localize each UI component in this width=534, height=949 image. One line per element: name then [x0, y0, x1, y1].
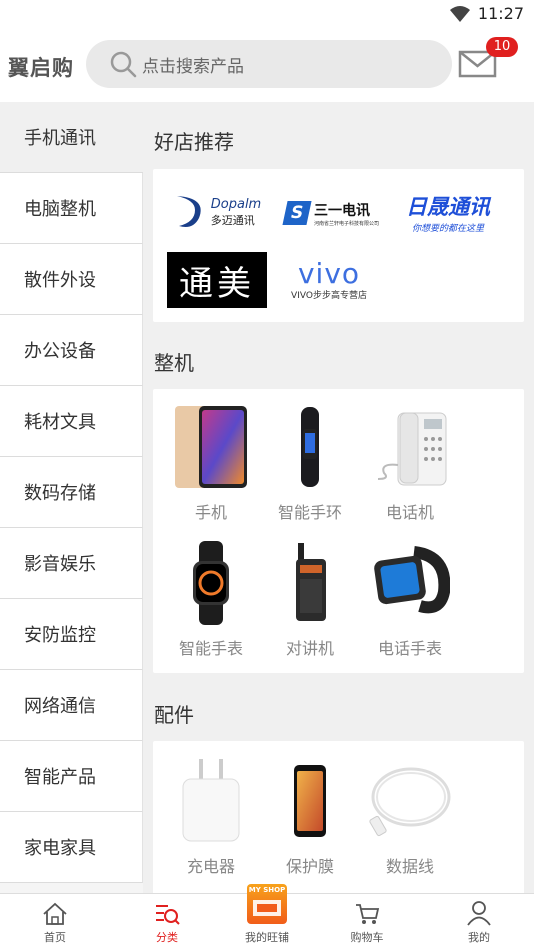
search-input[interactable]: 点击搜索产品: [86, 40, 452, 88]
accessory-label: 数据线: [385, 857, 434, 876]
device-label: 智能手表: [178, 639, 243, 658]
device-label: 手机: [194, 503, 227, 522]
device-label: 电话机: [385, 503, 434, 522]
sidebar-item-smart[interactable]: 智能产品: [0, 741, 143, 812]
smart-band-product-icon: [301, 407, 319, 487]
device-item-phone-watch[interactable]: 电话手表: [360, 537, 460, 659]
accessory-label: 保护膜: [285, 857, 334, 876]
search-icon: [110, 51, 137, 78]
charger-product-icon: [182, 759, 240, 842]
screen-protector-product-icon: [294, 765, 326, 837]
devices-section-title: 整机: [154, 351, 194, 375]
tab-home-label: 首页: [44, 931, 66, 944]
sidebar-item-supplies[interactable]: 耗材文具: [0, 386, 143, 457]
tab-home[interactable]: 首页: [10, 894, 100, 949]
status-bar: 11:27: [0, 0, 534, 28]
tab-myshop-label: 我的旺铺: [245, 931, 289, 944]
dopalm-logo-icon: [176, 196, 201, 227]
device-item-desk-phone[interactable]: 电话机: [360, 401, 460, 523]
phone-watch-product-icon: [374, 546, 450, 614]
user-icon: [467, 901, 491, 926]
tab-myshop[interactable]: 我的旺铺: [222, 894, 312, 949]
shop-logo-tongmei[interactable]: 通美: [167, 252, 267, 308]
shop-logo-dopalm[interactable]: Dopalm 多迈通讯: [167, 189, 267, 235]
cart-icon: [356, 904, 380, 924]
bottom-tab-bar: 首页 分类 MY SHOP 我的旺铺 购物车 我的: [0, 884, 534, 949]
tab-cart-label: 购物车: [350, 931, 384, 944]
sidebar-item-network[interactable]: 网络通信: [0, 670, 143, 741]
accessory-item-charger[interactable]: 充电器: [161, 755, 261, 877]
sanyi-sub: 河南省兰轩电子科技有限公司: [313, 220, 379, 227]
sidebar-item-office[interactable]: 办公设备: [0, 315, 143, 386]
device-item-phone[interactable]: 手机: [161, 401, 261, 523]
sidebar-item-storage[interactable]: 数码存储: [0, 457, 143, 528]
category-sidebar: 手机通讯 电脑整机 散件外设 办公设备 耗材文具 数码存储 影音娱乐 安防监控 …: [0, 102, 143, 893]
phone-product-icon: [175, 406, 247, 488]
accessory-item-cable[interactable]: 数据线: [360, 755, 460, 877]
risheng-sub: 你想要的都在这里: [411, 223, 484, 234]
sanyi-logo-icon: S: [282, 201, 312, 225]
tab-category[interactable]: 分类: [122, 894, 212, 949]
walkie-talkie-product-icon: [296, 543, 326, 621]
device-label: 智能手环: [277, 503, 342, 522]
mail-badge: 10: [486, 37, 518, 57]
accessories-card: 充电器 保护膜 数据线: [153, 741, 524, 893]
device-label: 电话手表: [377, 639, 442, 658]
shop-logo-vivo[interactable]: vivo VIVO步步高专营店: [279, 257, 379, 303]
dopalm-cn: 多迈通讯: [210, 213, 255, 227]
shop-logo-risheng[interactable]: 日晟通讯 你想要的都在这里: [393, 189, 503, 235]
shop-logo-sanyi[interactable]: S 三一电讯 河南省兰轩电子科技有限公司: [277, 193, 387, 233]
tab-cart[interactable]: 购物车: [322, 894, 412, 949]
shops-card: Dopalm 多迈通讯 S 三一电讯 河南省兰轩电子科技有限公司 日晟通讯 你想…: [153, 169, 524, 322]
sidebar-item-computers[interactable]: 电脑整机: [0, 173, 143, 244]
category-content: 好店推荐 Dopalm 多迈通讯 S 三一电讯 河南省兰轩电子科技有限公司 日晟…: [143, 102, 534, 893]
category-icon: [156, 905, 180, 925]
devices-card: 手机 智能手环 电话机 智能手表 对讲机 电话手表: [153, 389, 524, 673]
sidebar-item-entertainment[interactable]: 影音娱乐: [0, 528, 143, 599]
vivo-name: vivo: [297, 256, 361, 290]
sanyi-name: 三一电讯: [313, 202, 370, 219]
accessory-label: 充电器: [186, 857, 235, 876]
cable-product-icon: [369, 767, 451, 837]
risheng-name: 日晟通讯: [406, 194, 490, 219]
accessory-item-screen-protector[interactable]: 保护膜: [260, 755, 360, 877]
top-header: 翼启购 点击搜索产品 10: [0, 28, 534, 102]
device-item-smart-band[interactable]: 智能手环: [260, 401, 360, 523]
sidebar-item-appliances[interactable]: 家电家具: [0, 812, 143, 883]
wifi-icon: [449, 5, 470, 22]
myshop-badge-text: MY SHOP: [248, 886, 286, 894]
sidebar-item-peripherals[interactable]: 散件外设: [0, 244, 143, 315]
search-placeholder: 点击搜索产品: [142, 56, 244, 77]
home-icon: [43, 902, 67, 925]
tab-mine-label: 我的: [468, 931, 490, 944]
device-item-walkie-talkie[interactable]: 对讲机: [260, 537, 360, 659]
sidebar-item-security[interactable]: 安防监控: [0, 599, 143, 670]
sidebar-item-mobile[interactable]: 手机通讯: [0, 102, 143, 173]
tongmei-name: 通美: [179, 263, 255, 304]
smart-watch-product-icon: [193, 541, 229, 625]
dopalm-name: Dopalm: [210, 196, 262, 212]
tab-category-label: 分类: [156, 931, 178, 944]
device-label: 对讲机: [285, 639, 334, 658]
vivo-sub: VIVO步步高专营店: [291, 290, 367, 301]
accessories-section-title: 配件: [154, 703, 194, 727]
status-time: 11:27: [477, 4, 524, 23]
device-item-smart-watch[interactable]: 智能手表: [161, 537, 261, 659]
shops-section-title: 好店推荐: [154, 130, 234, 154]
desk-phone-product-icon: [377, 412, 447, 486]
brand-logo: 翼启购: [8, 56, 74, 80]
tab-mine[interactable]: 我的: [434, 894, 524, 949]
